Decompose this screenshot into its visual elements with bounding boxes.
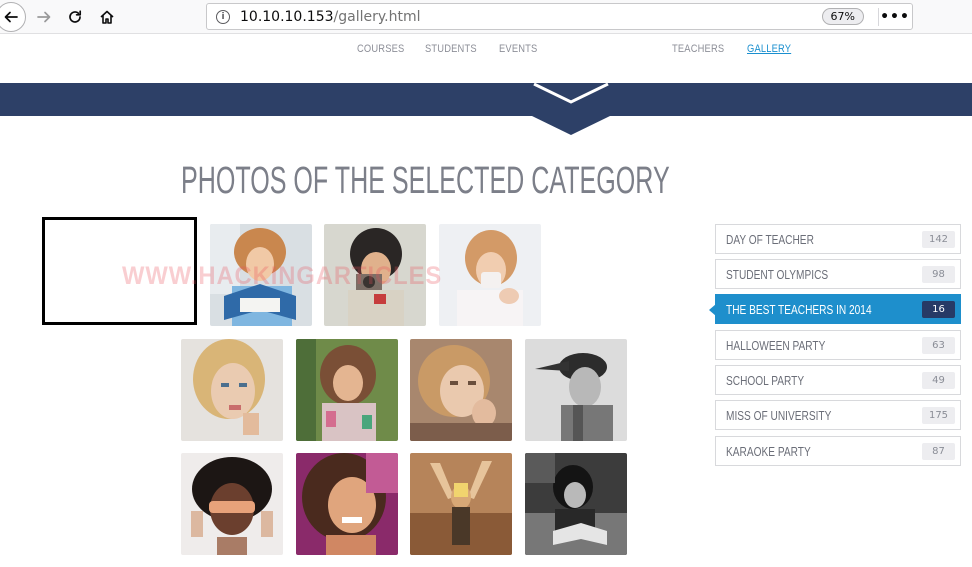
gallery-photo[interactable] xyxy=(181,339,283,441)
browser-toolbar: i 10.10.10.153/gallery.html 67% ••• xyxy=(0,0,972,34)
category-best-teachers-2014[interactable]: THE BEST TEACHERS IN 2014 16 xyxy=(709,294,961,324)
site-nav: COURSES STUDENTS EVENTS TEACHERS GALLERY xyxy=(0,35,972,83)
category-miss-of-university[interactable]: MISS OF UNIVERSITY 175 xyxy=(715,400,961,430)
photo-woman-thinking xyxy=(410,339,512,441)
gallery-photo[interactable] xyxy=(296,339,398,441)
category-label: DAY OF TEACHER xyxy=(726,232,814,247)
category-label: MISS OF UNIVERSITY xyxy=(726,408,832,423)
url-text: 10.10.10.153/gallery.html xyxy=(240,8,421,25)
gallery-photo[interactable] xyxy=(181,453,283,555)
photo-woman-cup xyxy=(439,224,541,326)
gallery-photo[interactable] xyxy=(296,453,398,555)
home-icon xyxy=(100,10,114,24)
photo-woman-book-bw xyxy=(525,453,627,555)
zoom-level-badge[interactable]: 67% xyxy=(821,8,864,25)
selected-photo-placeholder[interactable] xyxy=(42,217,197,325)
category-label: THE BEST TEACHERS IN 2014 xyxy=(726,302,872,317)
reload-button[interactable] xyxy=(61,3,89,31)
photo-girl-reading xyxy=(210,224,312,326)
category-count-badge: 175 xyxy=(922,407,955,424)
photo-girl-camera xyxy=(324,224,426,326)
home-button[interactable] xyxy=(93,3,121,31)
info-icon[interactable]: i xyxy=(216,9,230,24)
category-label: SCHOOL PARTY xyxy=(726,373,805,388)
category-count-badge: 49 xyxy=(922,372,955,389)
gallery-photo[interactable] xyxy=(324,224,426,326)
photo-woman-smiling xyxy=(296,453,398,555)
category-student-olympics[interactable]: STUDENT OLYMPICS 98 xyxy=(715,259,961,289)
gallery-photo[interactable] xyxy=(439,224,541,326)
forward-arrow-icon xyxy=(37,11,51,23)
page-actions-button[interactable]: ••• xyxy=(880,6,909,28)
category-count-badge: 16 xyxy=(922,301,955,318)
url-bar[interactable]: i 10.10.10.153/gallery.html 67% ••• xyxy=(206,3,913,30)
reload-icon xyxy=(69,10,82,23)
photo-man-cap xyxy=(525,339,627,441)
back-arrow-icon xyxy=(4,11,18,23)
nav-teachers[interactable]: TEACHERS xyxy=(672,43,724,55)
gallery-photo[interactable] xyxy=(525,339,627,441)
url-divider xyxy=(878,8,879,26)
category-day-of-teacher[interactable]: DAY OF TEACHER 142 xyxy=(715,224,961,254)
gallery-photo[interactable] xyxy=(410,453,512,555)
nav-gallery[interactable]: GALLERY xyxy=(747,43,791,55)
category-label: HALLOWEEN PARTY xyxy=(726,338,826,353)
category-label: STUDENT OLYMPICS xyxy=(726,267,829,282)
nav-students[interactable]: STUDENTS xyxy=(425,43,477,55)
page-title: PHOTOS OF THE SELECTED CATEGORY xyxy=(181,160,670,202)
photo-blonde-woman xyxy=(181,339,283,441)
category-karaoke-party[interactable]: KARAOKE PARTY 87 xyxy=(715,436,961,466)
nav-events[interactable]: EVENTS xyxy=(499,43,537,55)
gallery-photo[interactable] xyxy=(410,339,512,441)
category-count-badge: 142 xyxy=(922,231,955,248)
back-button[interactable] xyxy=(0,2,26,32)
header-banner xyxy=(0,83,972,116)
photo-woman-phone xyxy=(296,339,398,441)
photo-woman-arms-raised xyxy=(410,453,512,555)
forward-button[interactable] xyxy=(30,3,58,31)
active-pointer-icon xyxy=(709,304,716,316)
category-count-badge: 87 xyxy=(922,443,955,460)
nav-courses[interactable]: COURSES xyxy=(357,43,404,55)
photo-man-afro-glasses xyxy=(181,453,283,555)
banner-logo-notch xyxy=(532,83,610,135)
category-halloween-party[interactable]: HALLOWEEN PARTY 63 xyxy=(715,330,961,360)
category-count-badge: 98 xyxy=(922,266,955,283)
category-count-badge: 63 xyxy=(922,337,955,354)
gallery-photo[interactable] xyxy=(525,453,627,555)
category-school-party[interactable]: SCHOOL PARTY 49 xyxy=(715,365,961,395)
gallery-photo[interactable] xyxy=(210,224,312,326)
category-label: KARAOKE PARTY xyxy=(726,444,811,459)
